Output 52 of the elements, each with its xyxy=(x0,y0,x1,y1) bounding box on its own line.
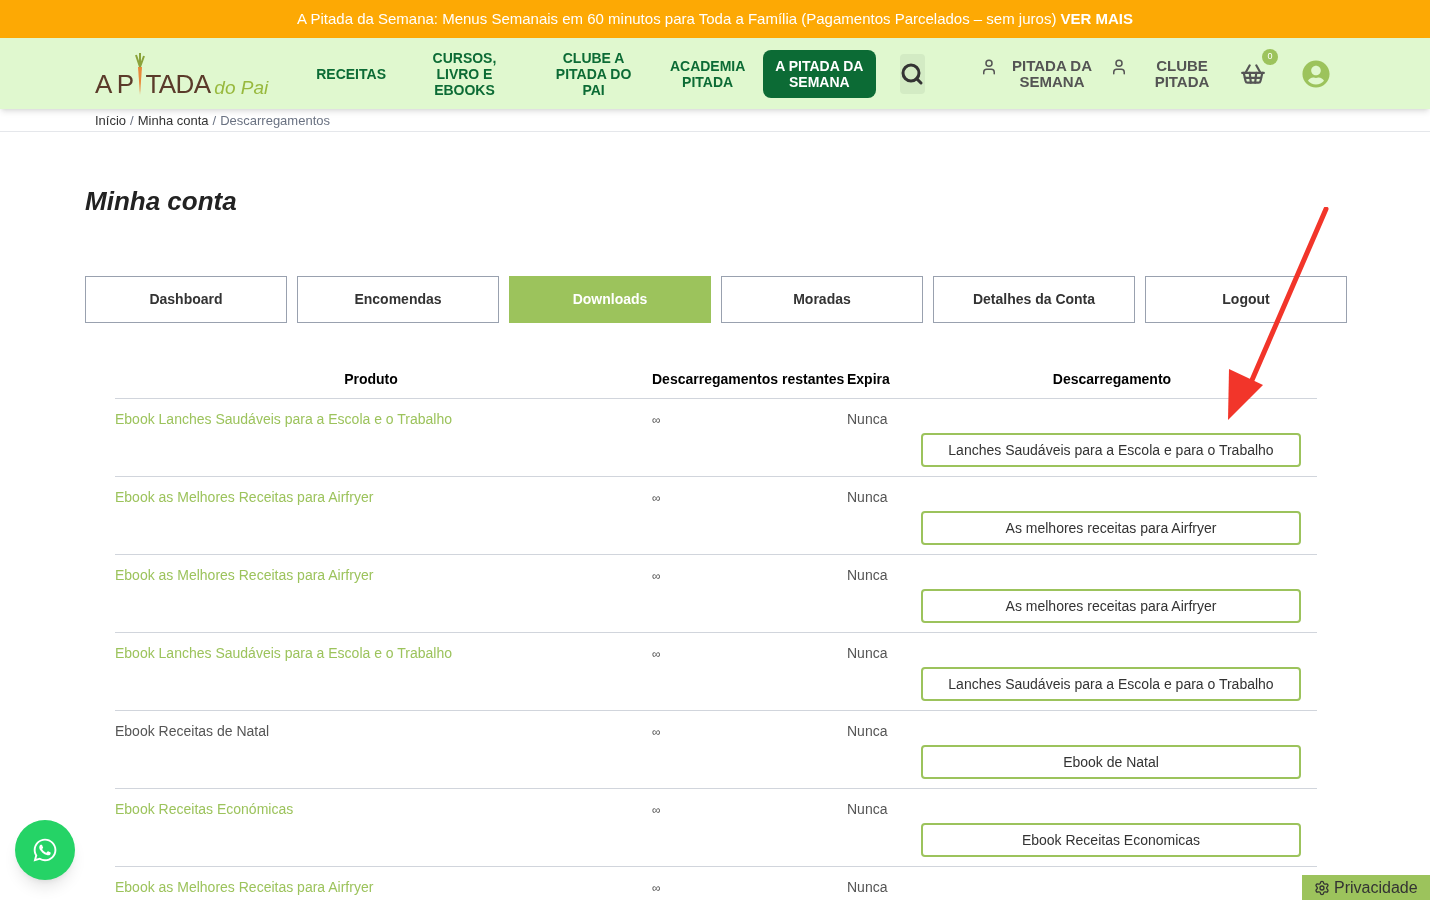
remaining-count: ∞ xyxy=(652,491,661,505)
nav-link[interactable]: ACADEMIA PITADA xyxy=(660,57,756,90)
account-tab[interactable]: Detalhes da Conta xyxy=(933,276,1135,323)
column-header: Descarregamento xyxy=(1052,371,1172,387)
download-button[interactable]: Lanches Saudáveis para a Escola e para o Trabalho xyxy=(921,433,1301,467)
account-link[interactable]: PITADA DA SEMANA xyxy=(1006,57,1098,90)
nav-link[interactable]: A PITADA DA SEMANA xyxy=(763,49,876,98)
column-header: Produto xyxy=(344,371,398,387)
remaining-count: ∞ xyxy=(652,803,661,817)
download-button[interactable]: Ebook Receitas Economicas xyxy=(921,823,1301,857)
remaining-count: ∞ xyxy=(652,725,661,739)
column-header: Descarregamentos restantes xyxy=(652,371,845,387)
account-tab[interactable]: Dashboard xyxy=(85,276,287,323)
remaining-count: ∞ xyxy=(652,413,661,427)
breadcrumb-current: Descarregamentos xyxy=(220,112,330,130)
column-header: Expira xyxy=(847,371,890,387)
whatsapp-icon xyxy=(32,837,58,863)
promo-text: A Pitada da Semana: Menus Semanais em 60 minutos para Toda a Família (Pagamentos Parcelados – sem juros) xyxy=(297,8,1057,29)
page-title: Minha conta xyxy=(85,185,238,218)
download-button[interactable]: Lanches Saudáveis para a Escola e para o Trabalho xyxy=(921,667,1301,701)
account-tab[interactable]: Encomendas xyxy=(297,276,499,323)
cart-count: 0 xyxy=(1262,48,1278,65)
breadcrumb-separator: / xyxy=(212,112,217,130)
account-tab[interactable]: Moradas xyxy=(721,276,923,323)
nav-link[interactable]: CURSOS, LIVRO E EBOOKS xyxy=(401,49,527,98)
user-icon xyxy=(1110,57,1128,76)
gear-icon xyxy=(1314,879,1330,896)
logo[interactable]: A P TADA do Pai xyxy=(95,50,269,97)
breadcrumb-link[interactable]: Início xyxy=(95,111,127,131)
product-name[interactable]: Ebook Receitas de Natal xyxy=(115,723,270,739)
nav-link[interactable]: CLUBE A PITADA DO PAI xyxy=(534,49,653,98)
nav-link[interactable]: RECEITAS xyxy=(308,65,394,82)
expiry-text: Nunca xyxy=(847,879,888,895)
expiry-text: Nunca xyxy=(847,801,888,817)
breadcrumb-separator: / xyxy=(130,112,134,130)
remaining-count: ∞ xyxy=(652,569,661,583)
expiry-text: Nunca xyxy=(847,489,888,505)
search-button[interactable] xyxy=(899,53,925,94)
download-button[interactable]: As melhores receitas para Airfryer xyxy=(921,589,1301,623)
privacy-button[interactable]: Privacidade xyxy=(1302,875,1430,900)
expiry-text: Nunca xyxy=(847,411,888,427)
user-icon xyxy=(980,57,998,76)
breadcrumb-link[interactable]: Minha conta xyxy=(137,111,209,131)
account-tab[interactable]: Logout xyxy=(1145,276,1347,323)
expiry-text: Nunca xyxy=(847,645,888,661)
expiry-text: Nunca xyxy=(847,567,888,583)
download-button[interactable]: Ebook de Natal xyxy=(921,745,1301,779)
expiry-text: Nunca xyxy=(847,723,888,739)
download-button[interactable]: As melhores receitas para Airfryer xyxy=(921,511,1301,545)
remaining-count: ∞ xyxy=(652,881,661,895)
account-link[interactable]: CLUBE PITADA xyxy=(1136,57,1228,90)
remaining-count: ∞ xyxy=(652,647,661,661)
